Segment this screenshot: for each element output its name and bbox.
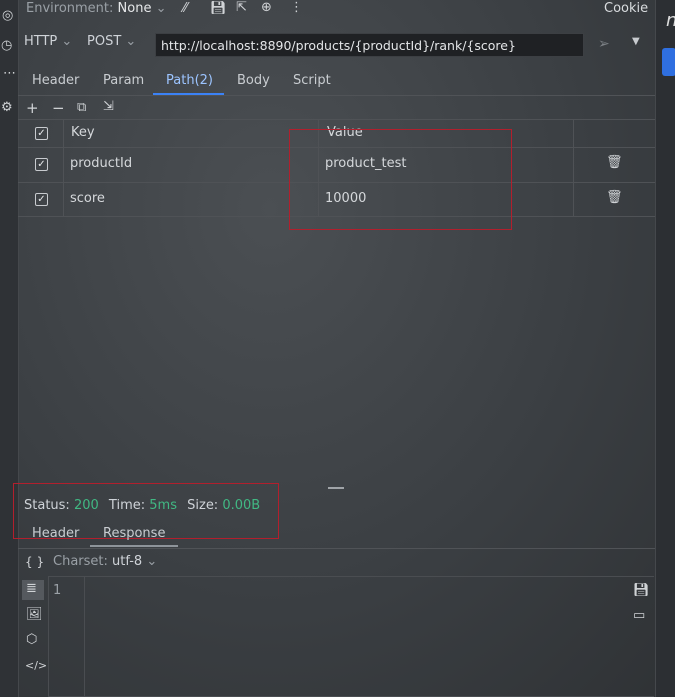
method-selector[interactable]: POST ⌄ <box>87 34 136 58</box>
compass-icon[interactable]: ⊕ <box>261 0 272 15</box>
charset-value: utf-8 <box>112 554 143 569</box>
table-top-border <box>18 119 655 120</box>
more-icon[interactable]: ⋯ <box>3 66 16 81</box>
tab-path-count: (2) <box>194 73 213 88</box>
text-lines-icon: ≣ <box>26 581 37 596</box>
select-all-checkbox[interactable]: ✓ <box>35 127 48 140</box>
send-icon[interactable]: ➢ <box>598 36 610 52</box>
html-icon[interactable]: ⬡ <box>26 632 37 647</box>
row-key-cell[interactable]: score <box>70 191 105 206</box>
braces-icon[interactable]: { } <box>25 555 44 569</box>
delete-row-icon[interactable]: 🗑︎ <box>606 155 623 170</box>
editor-gutter-border <box>84 576 85 697</box>
charset-selector[interactable]: Charset: utf-8 ⌄ <box>53 554 157 569</box>
tab-path-label: Path <box>166 73 195 88</box>
right-side-panel: n <box>655 0 675 697</box>
tab-path[interactable]: Path(2) <box>166 73 213 88</box>
save-icon[interactable]: 💾︎ <box>210 1 227 16</box>
response-tab-header[interactable]: Header <box>32 526 79 541</box>
side-panel-button[interactable] <box>662 48 675 76</box>
response-active-tab-indicator <box>90 545 178 547</box>
open-external-icon[interactable]: ⇱ <box>236 0 247 15</box>
column-divider <box>573 119 574 216</box>
view-text-button[interactable]: ≣ <box>22 580 44 600</box>
splitter-handle[interactable] <box>328 487 344 489</box>
add-row-icon[interactable]: + <box>26 99 39 117</box>
value-highlight-box <box>289 129 512 230</box>
row-checkbox[interactable]: ✓ <box>35 158 48 171</box>
line-number: 1 <box>53 583 62 598</box>
code-icon[interactable]: </> <box>25 659 47 672</box>
row-key-cell[interactable]: productId <box>70 156 132 171</box>
column-header-key: Key <box>71 125 95 140</box>
chevron-down-icon: ⌄ <box>155 1 167 16</box>
chevron-down-icon: ⌄ <box>61 34 73 49</box>
tabs-divider <box>18 95 655 96</box>
tab-script[interactable]: Script <box>293 73 331 88</box>
more-vertical-icon[interactable]: ⋮ <box>290 0 303 15</box>
tab-param[interactable]: Param <box>103 73 144 88</box>
response-editor[interactable] <box>48 576 654 697</box>
side-panel-glyph: n <box>666 10 675 31</box>
chevron-down-icon: ⌄ <box>125 34 137 49</box>
environment-label: Environment: <box>26 1 114 16</box>
url-input[interactable]: http://localhost:8890/products/{productI… <box>155 33 584 57</box>
response-tab-response[interactable]: Response <box>103 526 165 541</box>
row-checkbox[interactable]: ✓ <box>35 193 48 206</box>
environment-value: None <box>117 1 152 16</box>
send-options-chevron-icon[interactable]: ▼ <box>632 36 640 47</box>
tab-body[interactable]: Body <box>237 73 270 88</box>
history-icon[interactable]: ◷ <box>1 38 12 53</box>
slash-tool-icon[interactable]: ⁄⁄ <box>183 1 187 16</box>
image-icon[interactable]: 🖼︎ <box>26 607 43 622</box>
delete-row-icon[interactable]: 🗑︎ <box>606 190 623 205</box>
tab-header[interactable]: Header <box>32 73 79 88</box>
copy-icon[interactable]: ⧉ <box>77 100 86 115</box>
column-divider <box>63 119 64 216</box>
import-icon[interactable]: ⇲ <box>103 99 114 114</box>
environment-selector[interactable]: Environment: None ⌄ <box>26 1 167 16</box>
window-icon[interactable]: ▭ <box>633 608 645 623</box>
method-value: POST <box>87 34 122 49</box>
globe-icon[interactable]: ◎ <box>2 8 13 23</box>
response-tabs-divider <box>18 548 655 549</box>
left-tool-rail: ◎ ◷ ⋯ ⚙ <box>0 0 19 697</box>
chevron-down-icon: ⌄ <box>146 554 158 569</box>
settings-icon[interactable]: ⚙ <box>1 100 13 115</box>
save-response-icon[interactable]: 💾︎ <box>633 583 650 598</box>
protocol-selector[interactable]: HTTP ⌄ <box>24 34 72 58</box>
protocol-value: HTTP <box>24 34 58 49</box>
remove-row-icon[interactable]: − <box>52 99 65 117</box>
charset-label: Charset: <box>53 554 108 569</box>
cookie-button[interactable]: Cookie <box>604 1 648 16</box>
